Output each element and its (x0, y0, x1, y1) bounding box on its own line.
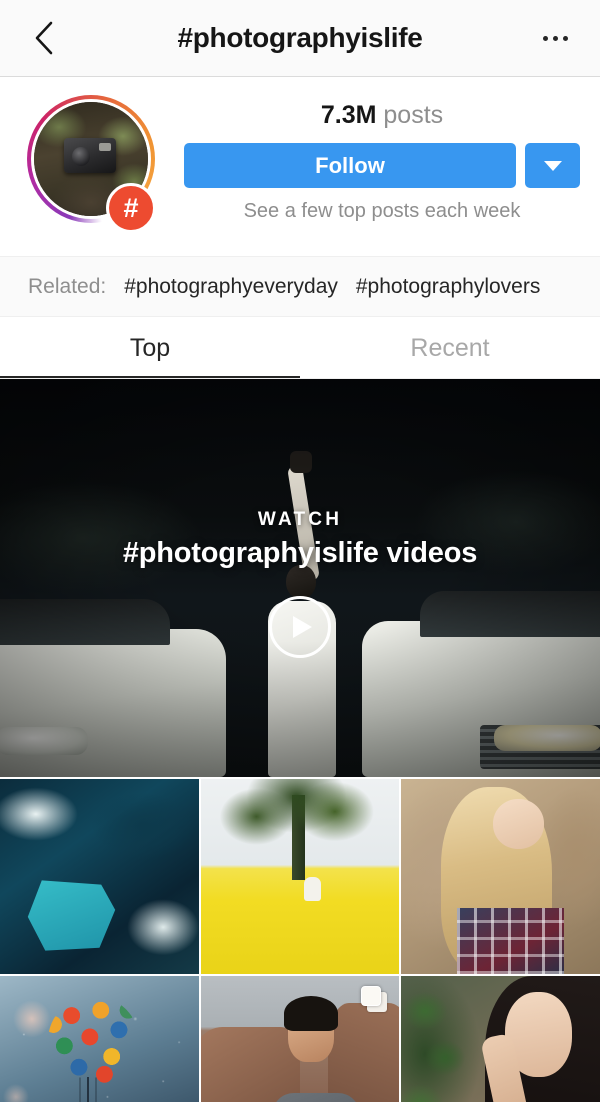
back-button[interactable] (22, 16, 66, 60)
banner-overlay: WATCH #photographyislife videos (0, 379, 600, 777)
plaid-shirt (456, 907, 565, 974)
hair (284, 995, 338, 1031)
related-label: Related: (28, 274, 107, 298)
post-thumbnail (401, 779, 600, 974)
post-man-in-canyon[interactable] (200, 976, 400, 1102)
post-yellow-field-tree[interactable] (200, 779, 400, 974)
posts-count-label: posts (383, 101, 444, 129)
post-thumbnail (0, 976, 199, 1102)
follow-button[interactable]: Follow (184, 143, 516, 188)
canyon-rock-right (327, 1003, 400, 1102)
caret-down-icon (543, 160, 562, 171)
play-triangle (293, 616, 312, 638)
post-thumbnail (401, 976, 600, 1102)
hashtag-badge-icon: # (106, 183, 156, 233)
hashtag-profile: # 7.3M posts Follow See a few top posts … (0, 77, 600, 257)
post-balloons-rainy-window[interactable] (0, 976, 199, 1102)
more-options-button[interactable] (532, 16, 578, 60)
follow-note: See a few top posts each week (243, 200, 521, 222)
app-header: #photographyislife (0, 0, 600, 77)
related-hashtag-item[interactable]: #photographylovers (356, 275, 540, 299)
avatar[interactable]: # (22, 95, 162, 235)
carousel-stack-icon (361, 986, 388, 1012)
content-tabs: Top Recent (0, 317, 600, 379)
follow-dropdown-button[interactable] (525, 143, 580, 188)
banner-eyebrow: WATCH (257, 509, 343, 530)
post-dark-haired-woman[interactable] (401, 976, 600, 1102)
ellipsis-dot (562, 35, 568, 41)
tree-canopy (212, 779, 388, 857)
tab-recent[interactable]: Recent (300, 317, 600, 379)
ellipsis-dot (542, 35, 548, 41)
person-in-field (303, 876, 321, 901)
watch-videos-banner[interactable]: WATCH #photographyislife videos (0, 379, 600, 777)
tab-top[interactable]: Top (0, 317, 300, 379)
post-blonde-woman-plaid[interactable] (401, 779, 600, 974)
torso (272, 1093, 360, 1102)
canyon-rock-left (200, 1026, 300, 1102)
post-aerial-ocean-pool[interactable] (0, 779, 199, 974)
post-thumbnail (200, 779, 400, 974)
ellipsis-dot (552, 35, 558, 41)
banner-title: #photographyislife videos (122, 537, 478, 569)
face (492, 798, 545, 850)
related-hashtag-item[interactable]: #photographyeveryday (124, 275, 338, 299)
rain-droplets (0, 976, 199, 1102)
follow-row: Follow (184, 143, 580, 188)
foliage (401, 976, 481, 1102)
profile-details: 7.3M posts Follow See a few top posts ea… (162, 95, 580, 223)
camera-subject (63, 138, 117, 173)
carousel-front-square (361, 986, 382, 1006)
play-circle-icon[interactable] (269, 596, 331, 658)
post-thumbnail (0, 779, 199, 974)
instagram-hashtag-page: #photographyislife # 7.3M posts Follow S… (0, 0, 600, 1102)
page-title: #photographyislife (177, 22, 423, 53)
chevron-left-icon (34, 21, 54, 55)
posts-count-line: 7.3M posts (184, 101, 580, 130)
related-hashtags-bar[interactable]: Related: #photographyeveryday #photograp… (0, 257, 600, 317)
posts-count-value: 7.3M (320, 101, 377, 129)
posts-grid (0, 777, 600, 1102)
